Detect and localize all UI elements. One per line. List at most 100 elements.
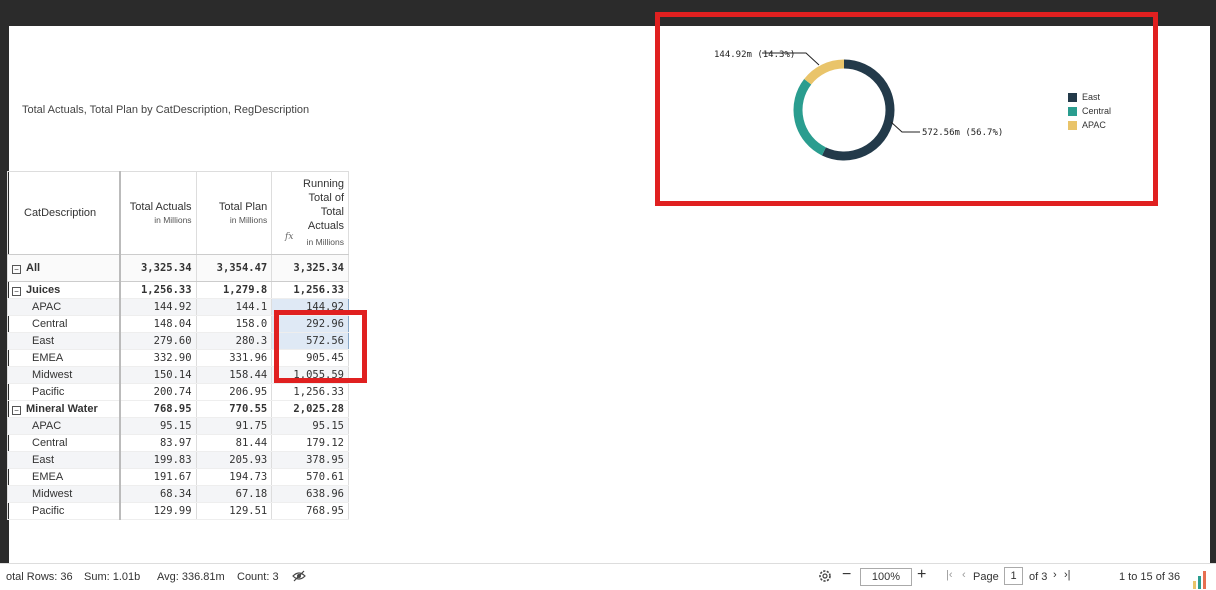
actuals-cell[interactable]: 68.34 xyxy=(120,485,197,503)
page-number-input[interactable]: 1 xyxy=(1004,567,1023,585)
page-of: of 3 xyxy=(1029,571,1048,583)
highlight-box-running-total xyxy=(274,310,367,383)
actuals-cell[interactable]: 332.90 xyxy=(120,349,197,367)
table-row[interactable]: EMEA 191.67 194.73 570.61 xyxy=(7,468,349,486)
collapse-icon[interactable]: − xyxy=(12,287,21,296)
plan-cell[interactable]: 91.75 xyxy=(196,417,273,435)
page-label: Page xyxy=(973,571,999,583)
header-total-actuals[interactable]: Total Actuals in Millions xyxy=(120,171,197,255)
plan-cell[interactable]: 280.3 xyxy=(196,332,273,350)
plan-cell[interactable]: 129.51 xyxy=(196,502,273,520)
table-row[interactable]: − All 3,325.34 3,354.47 3,325.34 xyxy=(7,254,349,282)
donut-chart[interactable]: 144.92m (14.3%) 572.56m (56.7%) xyxy=(700,30,1020,180)
table-row[interactable]: Pacific 200.74 206.95 1,256.33 xyxy=(7,383,349,401)
table-row[interactable]: − Juices 1,256.33 1,279.8 1,256.33 xyxy=(7,281,349,299)
running-cell[interactable]: 768.95 xyxy=(271,502,349,520)
first-page-icon[interactable]: |‹ xyxy=(946,569,953,581)
plan-cell[interactable]: 206.95 xyxy=(196,383,273,401)
gear-icon[interactable] xyxy=(817,568,833,587)
plan-cell[interactable]: 3,354.47 xyxy=(196,254,273,282)
plan-cell[interactable]: 205.93 xyxy=(196,451,273,469)
legend-item-apac[interactable]: APAC xyxy=(1068,118,1111,132)
plan-cell[interactable]: 331.96 xyxy=(196,349,273,367)
running-cell[interactable]: 638.96 xyxy=(271,485,349,503)
table-row[interactable]: APAC 95.15 91.75 95.15 xyxy=(7,417,349,435)
actuals-cell[interactable]: 129.99 xyxy=(120,502,197,520)
actuals-cell[interactable]: 144.92 xyxy=(120,298,197,316)
eye-slash-icon[interactable] xyxy=(292,569,306,586)
table-row[interactable]: East 199.83 205.93 378.95 xyxy=(7,451,349,469)
donut-slice-apac[interactable] xyxy=(804,59,845,85)
plan-cell[interactable]: 194.73 xyxy=(196,468,273,486)
minus-icon[interactable]: − xyxy=(842,566,851,584)
row-label: All xyxy=(26,262,41,274)
row-label: Central xyxy=(32,437,68,449)
plan-cell[interactable]: 81.44 xyxy=(196,434,273,452)
table-row[interactable]: Central 83.97 81.44 179.12 xyxy=(7,434,349,452)
header-total-plan[interactable]: Total Plan in Millions xyxy=(196,171,273,255)
row-label-cell[interactable]: East xyxy=(7,451,122,469)
row-label-cell[interactable]: EMEA xyxy=(7,349,122,367)
actuals-cell[interactable]: 95.15 xyxy=(120,417,197,435)
row-label-cell[interactable]: Central xyxy=(7,315,122,333)
plan-cell[interactable]: 1,279.8 xyxy=(196,281,273,299)
actuals-cell[interactable]: 279.60 xyxy=(120,332,197,350)
row-label-cell[interactable]: Pacific xyxy=(7,383,122,401)
plan-cell[interactable]: 158.44 xyxy=(196,366,273,384)
row-label: EMEA xyxy=(32,352,64,364)
actuals-cell[interactable]: 191.67 xyxy=(120,468,197,486)
donut-ring xyxy=(793,59,895,161)
last-page-icon[interactable]: ›| xyxy=(1064,569,1071,581)
running-cell[interactable]: 570.61 xyxy=(271,468,349,486)
donut-slice-central[interactable] xyxy=(793,78,827,156)
row-label-cell[interactable]: − All xyxy=(7,254,122,282)
header-running-total[interactable]: Running Total of Total Actuals in Million… xyxy=(271,171,349,255)
row-label-cell[interactable]: APAC xyxy=(7,298,122,316)
running-cell[interactable]: 378.95 xyxy=(271,451,349,469)
running-cell[interactable]: 1,256.33 xyxy=(271,281,349,299)
running-cell[interactable]: 3,325.34 xyxy=(271,254,349,282)
next-page-icon[interactable]: › xyxy=(1053,569,1057,581)
row-label-cell[interactable]: Midwest xyxy=(7,485,122,503)
zoom-input[interactable]: 100% xyxy=(860,568,912,586)
plan-cell[interactable]: 158.0 xyxy=(196,315,273,333)
actuals-cell[interactable]: 1,256.33 xyxy=(120,281,197,299)
running-cell[interactable]: 95.15 xyxy=(271,417,349,435)
table-row[interactable]: Pacific 129.99 129.51 768.95 xyxy=(7,502,349,520)
plan-cell[interactable]: 144.1 xyxy=(196,298,273,316)
actuals-cell[interactable]: 768.95 xyxy=(120,400,197,418)
legend-item-east[interactable]: East xyxy=(1068,90,1111,104)
collapse-icon[interactable]: − xyxy=(12,406,21,415)
prev-page-icon[interactable]: ‹ xyxy=(962,569,966,581)
plan-cell[interactable]: 770.55 xyxy=(196,400,273,418)
table-row[interactable]: Midwest 68.34 67.18 638.96 xyxy=(7,485,349,503)
actuals-cell[interactable]: 199.83 xyxy=(120,451,197,469)
row-label-cell[interactable]: EMEA xyxy=(7,468,122,486)
collapse-icon[interactable]: − xyxy=(12,265,21,274)
row-label-cell[interactable]: Midwest xyxy=(7,366,122,384)
row-label-cell[interactable]: Pacific xyxy=(7,502,122,520)
plan-cell[interactable]: 67.18 xyxy=(196,485,273,503)
row-range: 1 to 15 of 36 xyxy=(1119,571,1181,583)
donut-slice-east[interactable] xyxy=(821,59,895,161)
row-label-cell[interactable]: East xyxy=(7,332,122,350)
table-row[interactable]: − Mineral Water 768.95 770.55 2,025.28 xyxy=(7,400,349,418)
row-label-cell[interactable]: Central xyxy=(7,434,122,452)
total-rows: otal Rows: 36 xyxy=(6,571,73,583)
header-catdescription[interactable]: CatDescription xyxy=(7,171,122,255)
row-label-cell[interactable]: − Mineral Water xyxy=(7,400,122,418)
actuals-cell[interactable]: 200.74 xyxy=(120,383,197,401)
bar-chart-icon[interactable] xyxy=(1193,571,1207,590)
running-cell[interactable]: 2,025.28 xyxy=(271,400,349,418)
legend-item-central[interactable]: Central xyxy=(1068,104,1111,118)
running-cell[interactable]: 1,256.33 xyxy=(271,383,349,401)
actuals-cell[interactable]: 3,325.34 xyxy=(120,254,197,282)
plus-icon[interactable]: + xyxy=(917,566,926,584)
row-label-cell[interactable]: APAC xyxy=(7,417,122,435)
actuals-cell[interactable]: 148.04 xyxy=(120,315,197,333)
actuals-cell[interactable]: 150.14 xyxy=(120,366,197,384)
running-cell[interactable]: 179.12 xyxy=(271,434,349,452)
row-label-cell[interactable]: − Juices xyxy=(7,281,122,299)
actuals-cell[interactable]: 83.97 xyxy=(120,434,197,452)
row-label: EMEA xyxy=(32,471,64,483)
